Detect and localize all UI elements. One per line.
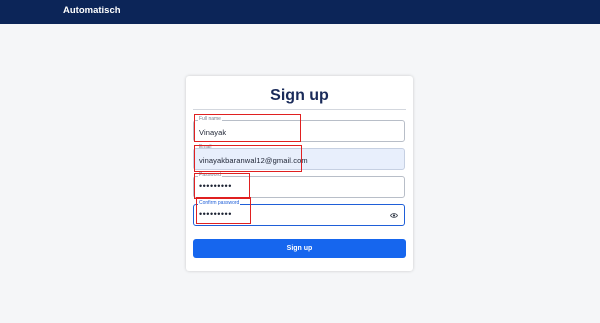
app-title[interactable]: Automatisch [63,5,121,16]
email-label: Email [199,144,212,150]
password-field[interactable]: Password ••••••••• [193,172,405,198]
title-divider [193,109,406,110]
full-name-label: Full name [198,116,222,123]
confirm-password-value: ••••••••• [199,209,232,219]
password-value: ••••••••• [199,181,232,191]
confirm-password-label: Confirm password [198,200,241,207]
password-label: Password [198,172,222,179]
eye-icon[interactable] [390,212,398,219]
signup-card: Sign up Full name Vinayak Email vinayakb… [186,76,413,271]
full-name-value: Vinayak [199,128,227,137]
email-field[interactable]: Email vinayakbaranwal12@gmail.com [193,144,405,170]
page-title: Sign up [270,87,329,104]
full-name-field[interactable]: Full name Vinayak [193,116,405,142]
email-value: vinayakbaranwal12@gmail.com [199,156,308,165]
confirm-password-field[interactable]: Confirm password ••••••••• [193,200,405,226]
signup-button[interactable]: Sign up [193,239,406,258]
top-navbar: Automatisch [0,0,600,24]
